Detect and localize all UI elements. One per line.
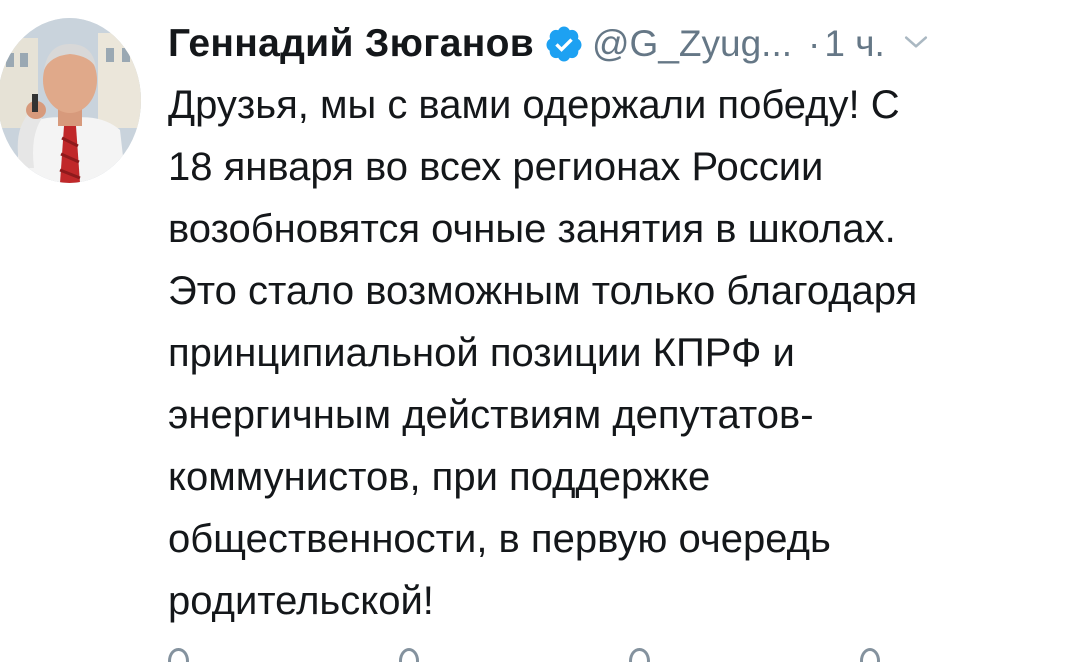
tweet-text-line: родительской! (168, 579, 434, 623)
chevron-down-icon[interactable] (903, 29, 929, 55)
share-icon[interactable] (859, 648, 880, 662)
verified-badge-icon (544, 24, 584, 64)
tweet-header: Геннадий Зюганов @G_Zyug... · 1 ч. (168, 14, 1090, 74)
tweet-text-line: Это стало возможным только благодаря (168, 269, 918, 313)
tweet-actions (168, 648, 1090, 662)
tweet-text-line: энергичным действиям депутатов- (168, 393, 814, 437)
avatar[interactable] (0, 18, 141, 183)
tweet-text-line: принципиальной позиции КПРФ и (168, 331, 795, 375)
tweet-timestamp[interactable]: 1 ч. (824, 23, 884, 65)
tweet-text-line: коммунистов, при поддержке (168, 455, 711, 499)
retweet-icon[interactable] (398, 648, 419, 662)
author-display-name[interactable]: Геннадий Зюганов (168, 22, 534, 66)
tweet-text: Друзья, мы с вами одержали победу! С 18 … (168, 74, 1090, 632)
tweet-text-line: возобновятся очные занятия в школах. (168, 207, 896, 251)
author-handle[interactable]: @G_Zyug... (592, 23, 792, 65)
tweet-text-line: Друзья, мы с вами одержали победу! С (168, 83, 900, 127)
like-icon[interactable] (629, 648, 650, 662)
tweet-text-line: 18 января во всех регионах России (168, 145, 824, 189)
tweet-text-line: общественности, в первую очередь (168, 517, 831, 561)
tweet[interactable]: Геннадий Зюганов @G_Zyug... · 1 ч. Друзь… (0, 0, 1090, 662)
separator-dot: · (808, 23, 821, 64)
reply-icon[interactable] (168, 648, 189, 662)
